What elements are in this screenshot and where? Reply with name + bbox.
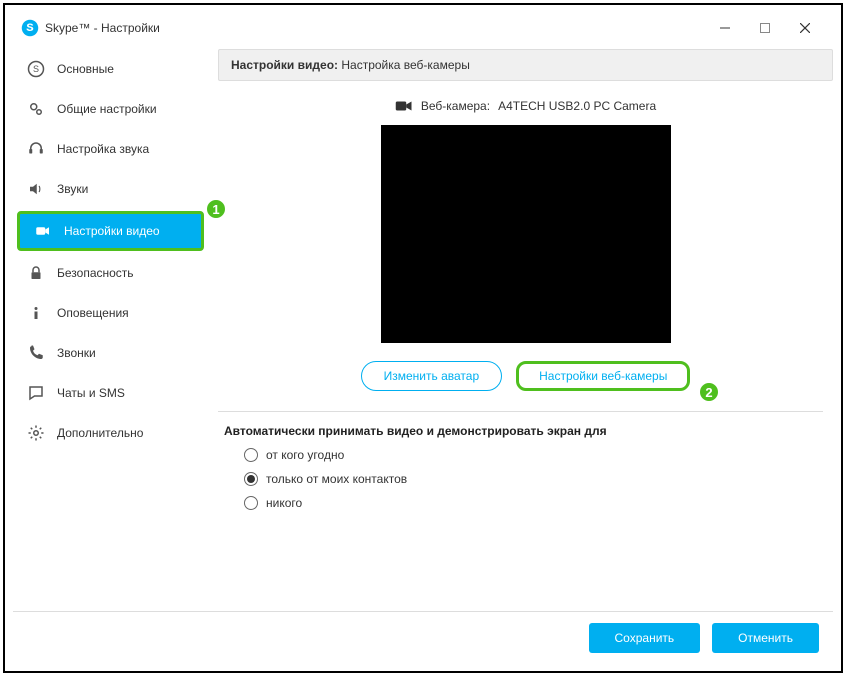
gears-icon [27, 100, 45, 118]
headset-icon [27, 140, 45, 158]
sidebar-item-label: Оповещения [57, 306, 129, 320]
sidebar-item-label: Основные [57, 62, 114, 76]
radio-contacts-only[interactable]: только от моих контактов [244, 472, 833, 486]
sidebar-item-label: Безопасность [57, 266, 134, 280]
sidebar-item-video[interactable]: Настройки видео [17, 211, 204, 251]
radio-anyone[interactable]: от кого угодно [244, 448, 833, 462]
close-button[interactable] [785, 14, 825, 42]
cancel-button[interactable]: Отменить [712, 623, 819, 653]
main-panel: Настройки видео: Настройка веб-камеры Ве… [218, 49, 833, 607]
save-button[interactable]: Сохранить [589, 623, 701, 653]
speaker-icon [27, 180, 45, 198]
sidebar-item-label: Чаты и SMS [57, 386, 125, 400]
maximize-button[interactable] [745, 14, 785, 42]
titlebar: Skype™ - Настройки [13, 13, 833, 43]
gear-icon [27, 424, 45, 442]
lock-icon [27, 264, 45, 282]
sidebar-item-label: Настройки видео [64, 224, 160, 238]
sidebar-item-label: Дополнительно [57, 426, 143, 440]
radio-label: только от моих контактов [266, 472, 407, 486]
panel-header-prefix: Настройки видео: [231, 58, 338, 72]
radio-icon [244, 448, 258, 462]
camera-label: Веб-камера: [421, 99, 490, 113]
sidebar-item-label: Настройка звука [57, 142, 149, 156]
sidebar-item-chat-sms[interactable]: Чаты и SMS [13, 373, 208, 413]
panel-header: Настройки видео: Настройка веб-камеры [218, 49, 833, 81]
sidebar-item-label: Звуки [57, 182, 88, 196]
change-avatar-button[interactable]: Изменить аватар [361, 361, 503, 391]
camera-row: Веб-камера: A4TECH USB2.0 PC Camera [218, 99, 833, 113]
info-icon [27, 304, 45, 322]
callout-badge-2: 2 [698, 381, 720, 403]
window-title: Skype™ - Настройки [45, 21, 705, 35]
radio-icon [244, 496, 258, 510]
sidebar-item-general[interactable]: S Основные [13, 49, 208, 89]
footer: Сохранить Отменить [13, 611, 833, 663]
radio-label: никого [266, 496, 302, 510]
phone-icon [27, 344, 45, 362]
sidebar-item-common-settings[interactable]: Общие настройки [13, 89, 208, 129]
panel-header-text: Настройка веб-камеры [341, 58, 469, 72]
sidebar-item-calls[interactable]: Звонки [13, 333, 208, 373]
camera-name: A4TECH USB2.0 PC Camera [498, 99, 656, 113]
sidebar-item-sounds[interactable]: Звуки [13, 169, 208, 209]
minimize-button[interactable] [705, 14, 745, 42]
camera-icon [395, 99, 413, 113]
radio-nobody[interactable]: никого [244, 496, 833, 510]
skype-icon: S [27, 60, 45, 78]
camera-icon [34, 222, 52, 240]
divider [218, 411, 823, 412]
auto-accept-label: Автоматически принимать видео и демонстр… [224, 424, 833, 438]
sidebar-item-security[interactable]: Безопасность [13, 253, 208, 293]
radio-group-auto-accept: от кого угодно только от моих контактов … [218, 448, 833, 510]
sidebar-item-label: Общие настройки [57, 102, 157, 116]
sidebar-item-audio[interactable]: Настройка звука [13, 129, 208, 169]
radio-label: от кого угодно [266, 448, 344, 462]
radio-icon [244, 472, 258, 486]
sidebar-item-advanced[interactable]: Дополнительно [13, 413, 208, 453]
webcam-settings-button[interactable]: Настройки веб-камеры [516, 361, 690, 391]
callout-badge-1: 1 [205, 198, 227, 220]
sidebar-item-notifications[interactable]: Оповещения [13, 293, 208, 333]
svg-text:S: S [33, 64, 39, 74]
sidebar: S Основные Общие настройки Настройка зву… [13, 49, 208, 607]
sidebar-item-label: Звонки [57, 346, 96, 360]
chat-icon [27, 384, 45, 402]
camera-preview [381, 125, 671, 343]
skype-logo-icon [21, 19, 39, 37]
